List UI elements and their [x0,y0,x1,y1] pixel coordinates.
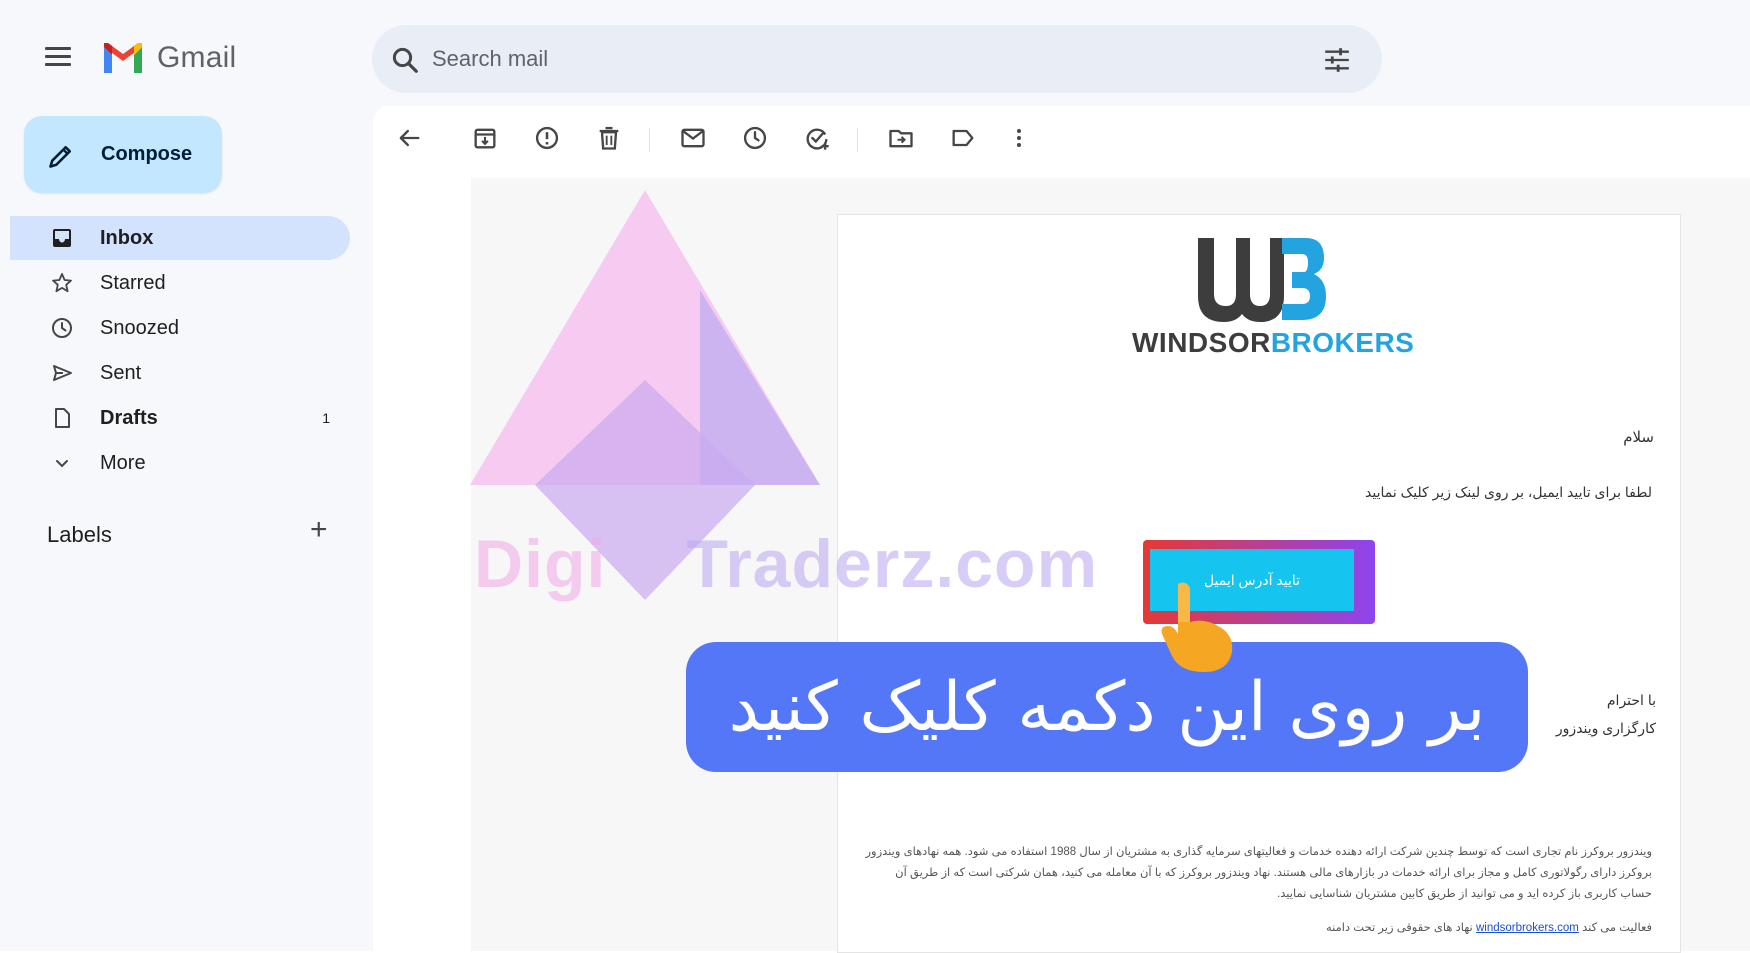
brand-name-part2: BROKERS [1270,327,1415,358]
footer-suffix: نهاد های حقوقی زیر تحت دامنه [1326,922,1473,934]
watermark-part1: Digi [474,526,607,602]
app-name: Gmail [157,41,237,74]
gmail-app: Gmail Search mail Compose Inbox Starred … [0,0,1750,953]
create-label-icon[interactable]: + [310,515,328,545]
sidebar-item-label: Drafts [100,406,158,429]
footer-link[interactable]: windsorbrokers.com [1476,922,1579,934]
email-footer-line: فعالیت می کند windsorbrokers.com نهاد ها… [1326,920,1652,934]
delete-icon[interactable] [595,124,623,152]
main-menu-icon[interactable] [45,47,71,67]
snooze-icon[interactable] [741,124,769,152]
star-icon [52,273,72,293]
sidebar-item-drafts[interactable]: Drafts 1 [10,396,350,440]
toolbar-divider [857,128,858,152]
sidebar-item-starred[interactable]: Starred [10,261,350,305]
move-to-icon[interactable] [887,124,915,152]
message-toolbar [373,106,1750,170]
pointer-hand-icon [1161,582,1233,672]
inbox-icon [53,229,71,247]
brand-name: WINDSORBROKERS [1132,327,1414,359]
brand-name-part1: WINDSOR [1132,327,1271,358]
send-icon [53,365,72,381]
archive-icon[interactable] [471,124,499,152]
sidebar-item-label: Starred [100,271,166,294]
sidebar-item-label: More [100,451,146,474]
email-instruction: لطفا برای تایید ایمیل، بر روی لینک زیر ک… [1365,484,1652,500]
report-spam-icon[interactable] [533,124,561,152]
sidebar-item-snoozed[interactable]: Snoozed [10,306,350,350]
mark-unread-icon[interactable] [679,124,707,152]
labels-heading: Labels [47,522,112,547]
sidebar-item-inbox[interactable]: Inbox [10,216,350,260]
email-closing-signature: کارگزاری ویندزور [1555,720,1656,736]
draft-icon [55,408,70,428]
gmail-m-icon [104,43,142,73]
sidebar-item-more[interactable]: More [10,441,350,485]
drafts-count: 1 [322,410,330,426]
email-closing-regards: با احترام [1606,692,1656,708]
email-greeting: سلام [1623,429,1654,446]
gmail-logo[interactable]: Gmail [101,40,236,76]
watermark-text: Digi Traderz.com [474,525,1098,603]
compose-button[interactable]: Compose [24,116,222,193]
pencil-icon [49,145,72,168]
watermark-part2: Traderz.com [686,526,1099,602]
sidebar-item-label: Sent [100,361,142,384]
search-input[interactable]: Search mail [432,46,548,72]
label-icon[interactable] [949,124,977,152]
sidebar-item-label: Inbox [100,226,154,249]
compose-label: Compose [101,143,193,165]
sidebar-item-sent[interactable]: Sent [10,351,350,395]
overlay-caption: بر روی این دکمه کلیک کنید [686,642,1528,772]
search-options-icon[interactable] [1322,47,1352,73]
more-vert-icon[interactable] [1005,124,1033,152]
search-bar[interactable]: Search mail [372,25,1382,93]
footer-prefix: فعالیت می کند [1582,922,1652,934]
search-icon[interactable] [390,45,420,75]
toolbar-divider [649,128,650,152]
email-footer-paragraph: ویندزور بروکرز نام تجاری است که توسط چند… [865,846,1652,900]
back-arrow-icon[interactable] [395,124,423,152]
sidebar-nav: Inbox Starred Snoozed Sent Drafts 1 More [10,216,350,486]
add-task-icon[interactable] [803,124,831,152]
chevron-down-icon [56,460,68,468]
clock-icon [52,318,72,338]
sidebar-item-label: Snoozed [100,316,179,339]
windsor-brokers-logo [1198,238,1326,322]
